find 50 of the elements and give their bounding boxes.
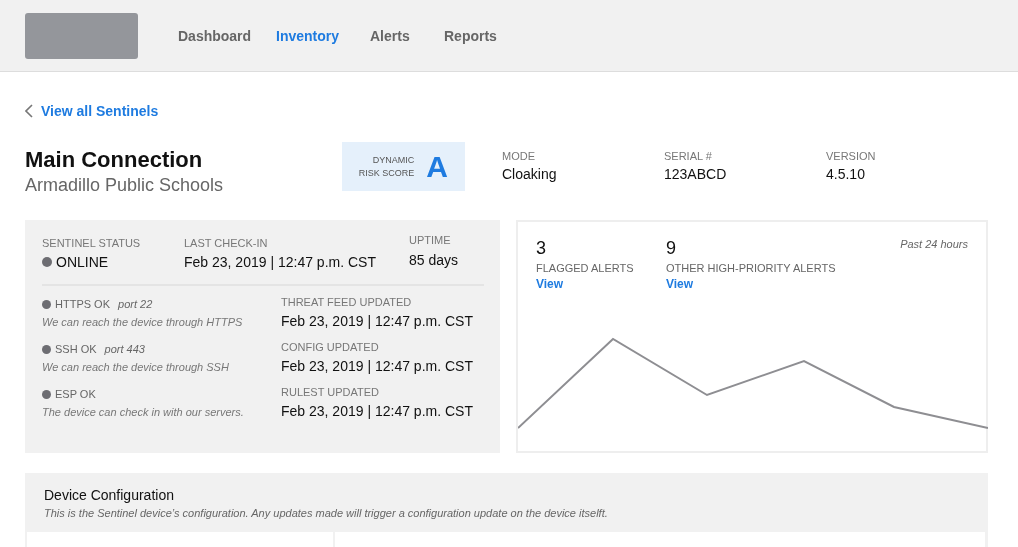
alert-label: FLAGGED ALERTS <box>536 262 635 274</box>
check-description: We can reach the device through SSH <box>42 361 230 373</box>
alert-count: 9 <box>666 238 677 259</box>
check-name: SSH OK <box>55 343 97 355</box>
nav-tab[interactable]: Reports <box>444 27 542 44</box>
check-dot-icon <box>42 344 51 354</box>
nav-tab[interactable]: Dashboard <box>178 27 276 44</box>
update-label: THREAT FEED UPDATED <box>281 296 413 308</box>
update-value: Feb 23, 2019 | 12:47 p.m. CST <box>281 403 474 419</box>
checkin-label: LAST CHECK-IN <box>184 237 269 249</box>
fact-value: 4.5.10 <box>826 166 866 182</box>
risk-score-label: RISK SCORE <box>358 166 415 180</box>
organization-name: Armadillo Public Schools <box>25 175 225 196</box>
update-label: CONFIG UPDATED <box>281 341 380 353</box>
alert-label: OTHER HIGH-PRIORITY ALERTS <box>666 262 837 274</box>
check-name: ESP OK <box>55 388 96 400</box>
status-label: SENTINEL STATUS <box>42 237 142 249</box>
risk-grade: A <box>426 149 448 184</box>
view-alerts-link[interactable]: View <box>666 277 886 291</box>
fact-label: SERIAL # <box>664 150 713 162</box>
update-value: Feb 23, 2019 | 12:47 p.m. CST <box>281 313 474 329</box>
check-description: The device can check in with our servers. <box>42 406 245 418</box>
checkin-value: Feb 23, 2019 | 12:47 p.m. CST <box>184 254 377 270</box>
time-period-label: Past 24 hours <box>900 238 968 252</box>
nav-tab[interactable]: Inventory <box>276 27 370 44</box>
status-dot-icon <box>42 257 52 267</box>
alert-count: 3 <box>536 238 547 259</box>
fact-value: 123ABCD <box>664 166 728 182</box>
fact-value: Cloaking <box>502 166 558 182</box>
fact-label: VERSION <box>826 150 877 162</box>
uptime-value: 85 days <box>409 252 459 268</box>
check-name: HTTPS OK <box>55 298 110 310</box>
configuration-title: Device Configuration <box>44 487 175 503</box>
check-dot-icon <box>42 389 51 399</box>
view-all-sentinels-link[interactable]: View all Sentinels <box>41 103 159 119</box>
check-description: We can reach the device through HTTPS <box>42 316 244 328</box>
check-port: port 22 <box>118 298 153 310</box>
risk-score-label: DYNAMIC <box>372 153 415 167</box>
device-name: Main Connection <box>25 147 204 173</box>
status-value: ONLINE <box>56 254 109 270</box>
update-label: RULEST UPDATED <box>281 386 380 398</box>
check-dot-icon <box>42 299 51 309</box>
view-alerts-link[interactable]: View <box>536 277 666 291</box>
configuration-description: This is the Sentinel device’s configuration. Any updates made will trigger a configuration update on the device itselft. <box>44 507 609 519</box>
fact-label: MODE <box>502 150 536 162</box>
back-chevron-icon <box>25 104 33 118</box>
update-value: Feb 23, 2019 | 12:47 p.m. CST <box>281 358 474 374</box>
uptime-label: UPTIME <box>409 234 452 246</box>
nav-tab[interactable]: Alerts <box>370 27 444 44</box>
check-port: port 443 <box>104 343 145 355</box>
